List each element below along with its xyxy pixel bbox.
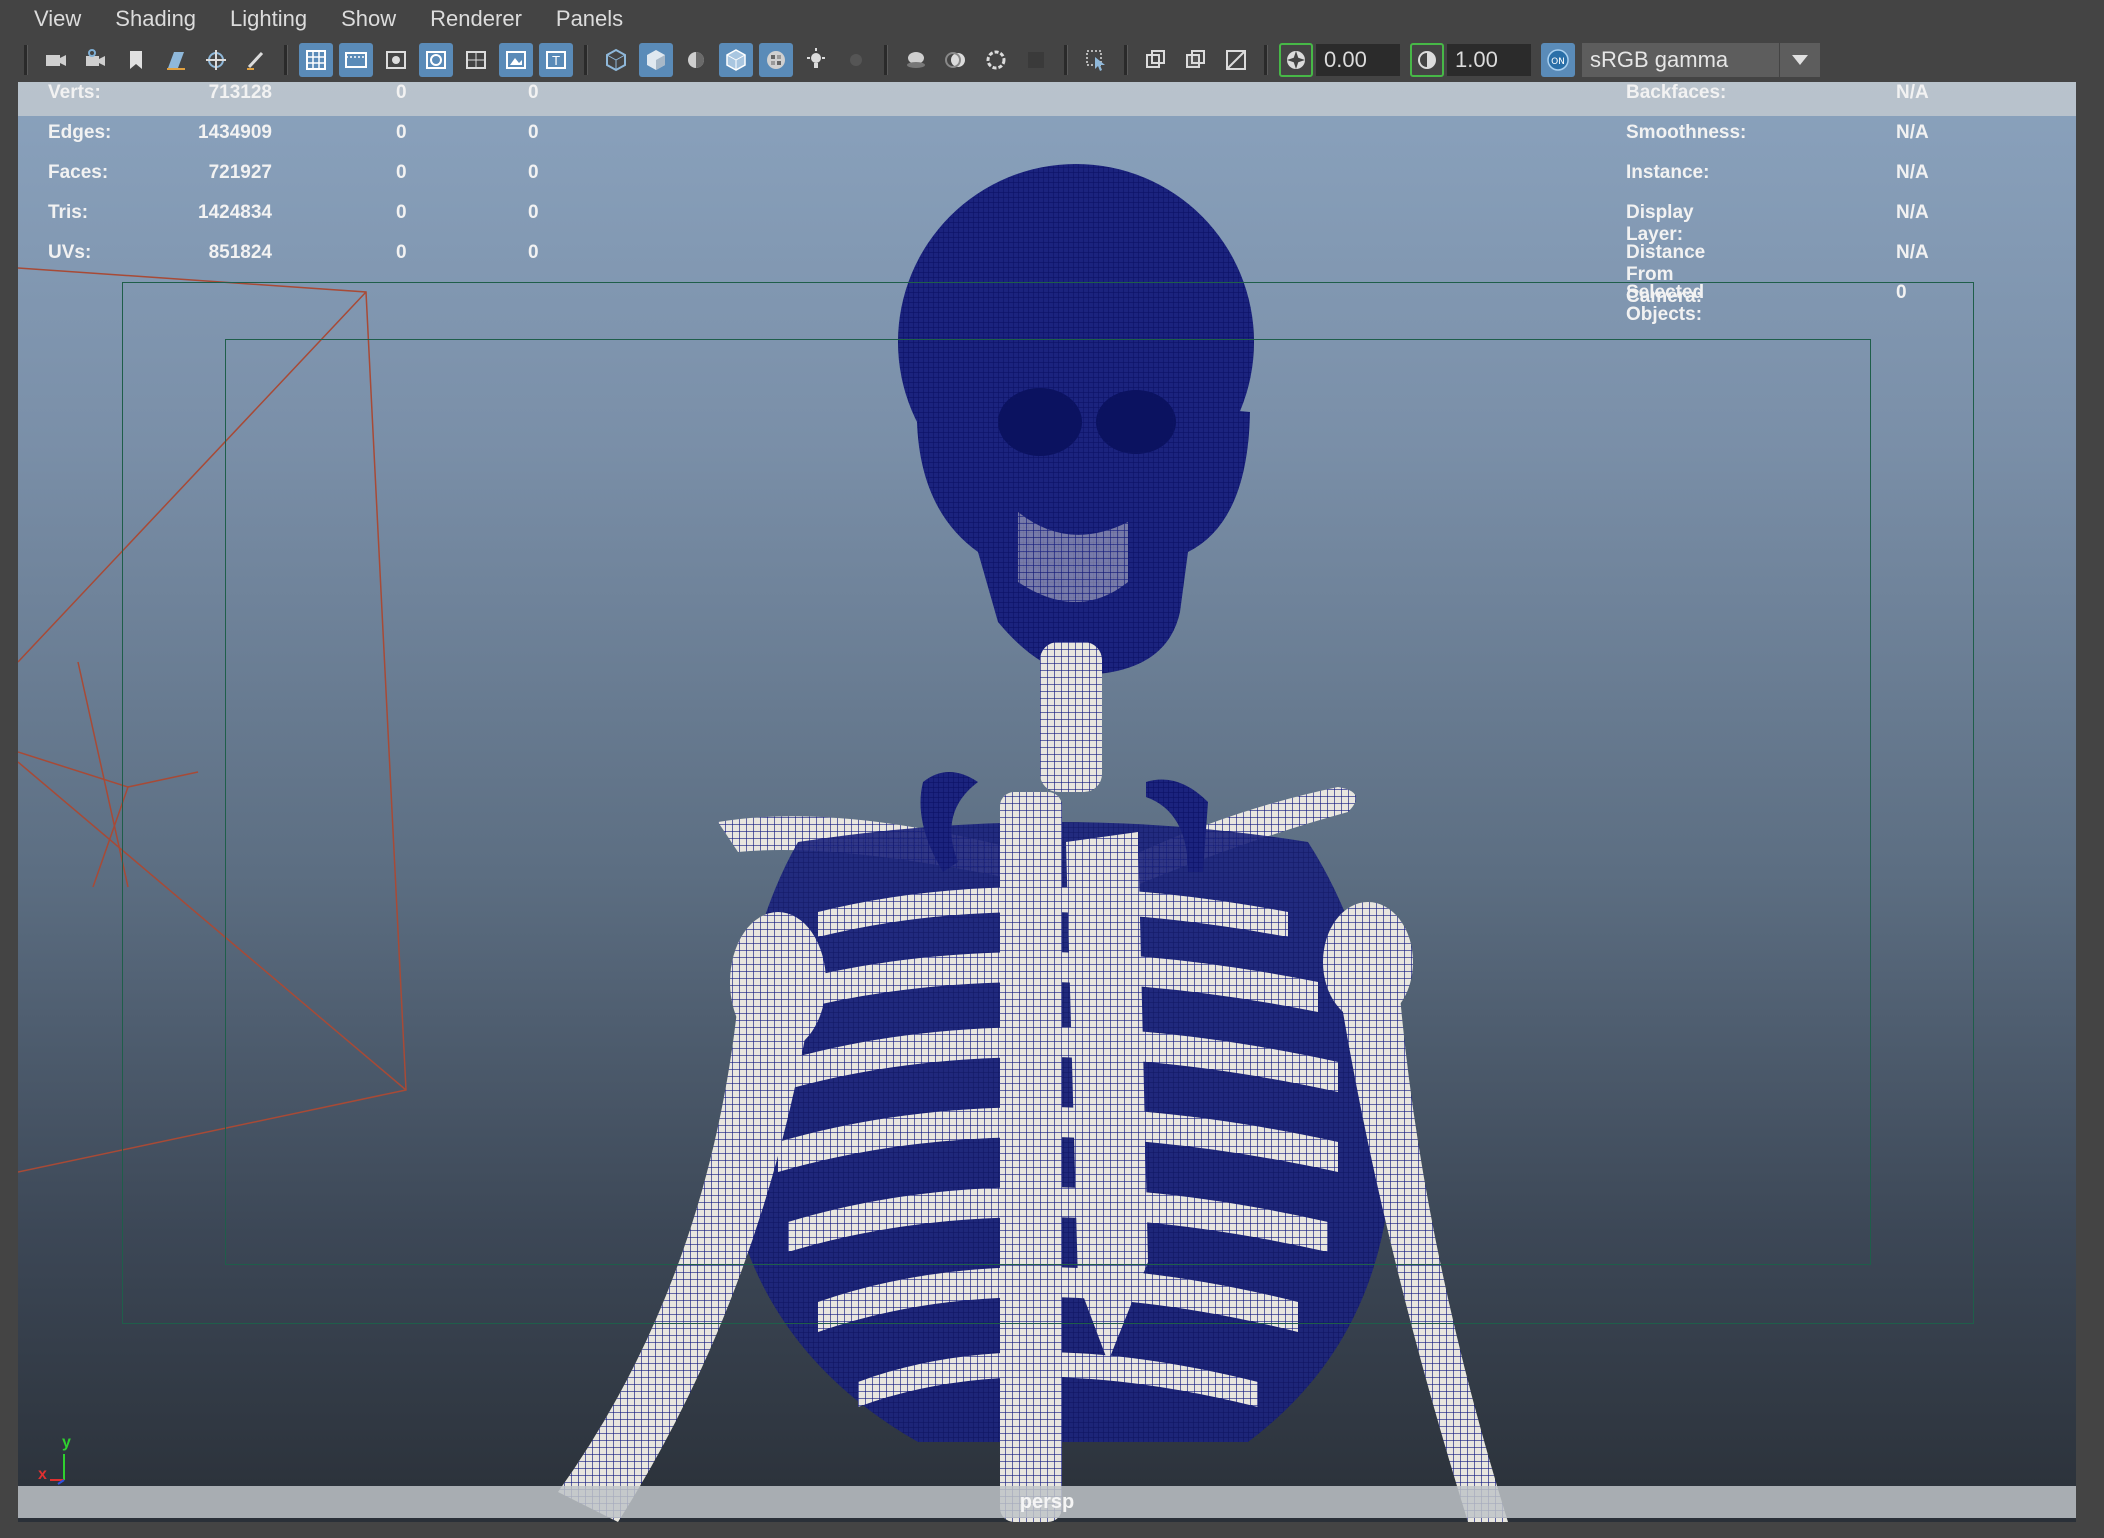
grease-pencil-icon[interactable]	[239, 43, 273, 77]
hud-value: N/A	[1896, 82, 1929, 103]
camera-attributes-icon[interactable]	[79, 43, 113, 77]
hud-value: N/A	[1896, 122, 1929, 143]
toolbar-separator	[24, 45, 28, 75]
toolbar-separator	[1124, 45, 1128, 75]
hud-value: N/A	[1896, 162, 1929, 183]
exposure-field[interactable]: 0.00	[1316, 44, 1400, 76]
toolbar-separator	[584, 45, 588, 75]
xray-icon[interactable]	[759, 43, 793, 77]
gamma-icon[interactable]	[1410, 43, 1444, 77]
hud-label: Smoothness:	[1626, 122, 1747, 143]
xray-active-components-icon[interactable]	[1139, 43, 1173, 77]
gate-mask-icon[interactable]	[419, 43, 453, 77]
field-chart-icon[interactable]	[459, 43, 493, 77]
hud-label: Display Layer:	[1626, 202, 1694, 245]
3d-viewport[interactable]: Verts: 713128 0 0 Edges: 1434909 0 0 Fac…	[18, 82, 2076, 1522]
view-transform-dropdown[interactable]: sRGB gamma	[1582, 43, 1820, 77]
texture-icon[interactable]	[1219, 43, 1253, 77]
use-default-material-icon[interactable]	[679, 43, 713, 77]
anti-aliasing-icon[interactable]	[979, 43, 1013, 77]
hud-value: N/A	[1896, 242, 1929, 263]
hud-label: Backfaces:	[1626, 82, 1727, 103]
wireframe-icon[interactable]	[599, 43, 633, 77]
menu-renderer[interactable]: Renderer	[430, 6, 522, 32]
motion-blur-icon[interactable]	[939, 43, 973, 77]
svg-text:T: T	[551, 54, 560, 68]
use-all-lights-icon[interactable]	[799, 43, 833, 77]
menu-shading[interactable]: Shading	[115, 6, 196, 32]
hud-value: N/A	[1896, 202, 1929, 223]
image-plane-icon[interactable]	[159, 43, 193, 77]
safe-action-icon[interactable]	[499, 43, 533, 77]
toolbar-separator	[884, 45, 888, 75]
smooth-shade-all-icon[interactable]	[639, 43, 673, 77]
menu-panels[interactable]: Panels	[556, 6, 623, 32]
wireframe-on-shaded-icon[interactable]	[719, 43, 753, 77]
hud-label: Instance:	[1626, 162, 1710, 183]
color-management-icon[interactable]: ON	[1541, 43, 1575, 77]
isolate-select-icon[interactable]	[1079, 43, 1113, 77]
shadows-icon[interactable]	[839, 43, 873, 77]
film-gate-icon[interactable]	[339, 43, 373, 77]
menu-show[interactable]: Show	[341, 6, 396, 32]
xray-joints-icon[interactable]	[1179, 43, 1213, 77]
gamma-field[interactable]: 1.00	[1447, 44, 1531, 76]
menu-view[interactable]: View	[34, 6, 81, 32]
color-management-badge-text: ON	[1551, 57, 1565, 67]
2d-pan-zoom-icon[interactable]	[199, 43, 233, 77]
screen-space-ambient-occlusion-icon[interactable]	[899, 43, 933, 77]
view-transform-value: sRGB gamma	[1590, 47, 1729, 72]
depth-of-field-icon[interactable]	[1019, 43, 1053, 77]
camera-select-icon[interactable]	[39, 43, 73, 77]
toolbar-separator	[1264, 45, 1268, 75]
grid-icon[interactable]	[299, 43, 333, 77]
axis-x-label: x	[38, 1466, 47, 1483]
exposure-icon[interactable]	[1279, 43, 1313, 77]
bookmark-icon[interactable]	[119, 43, 153, 77]
hud-label: Selected Objects:	[1626, 282, 1705, 325]
panel-menubar: View Shading Lighting Show Renderer Pane…	[0, 0, 2104, 38]
safe-title-icon[interactable]: T	[539, 43, 573, 77]
menu-lighting[interactable]: Lighting	[230, 6, 307, 32]
panel-toolbar: T 0.00 1.00 ON sRGB gamma	[0, 38, 2104, 82]
toolbar-separator	[284, 45, 288, 75]
view-axis-gizmo: y x	[36, 1434, 96, 1486]
hud-object-details: Backfaces: N/A Smoothness: N/A Instance:…	[18, 82, 2076, 382]
resolution-gate-icon[interactable]	[379, 43, 413, 77]
hud-value: 0	[1896, 282, 1907, 303]
camera-name: persp	[1019, 1490, 1075, 1513]
camera-name-bar: persp	[18, 1486, 2076, 1518]
safe-title-frame	[225, 339, 1871, 1265]
axis-y-label: y	[62, 1434, 71, 1451]
toolbar-separator	[1064, 45, 1068, 75]
chevron-down-icon[interactable]	[1779, 43, 1820, 77]
